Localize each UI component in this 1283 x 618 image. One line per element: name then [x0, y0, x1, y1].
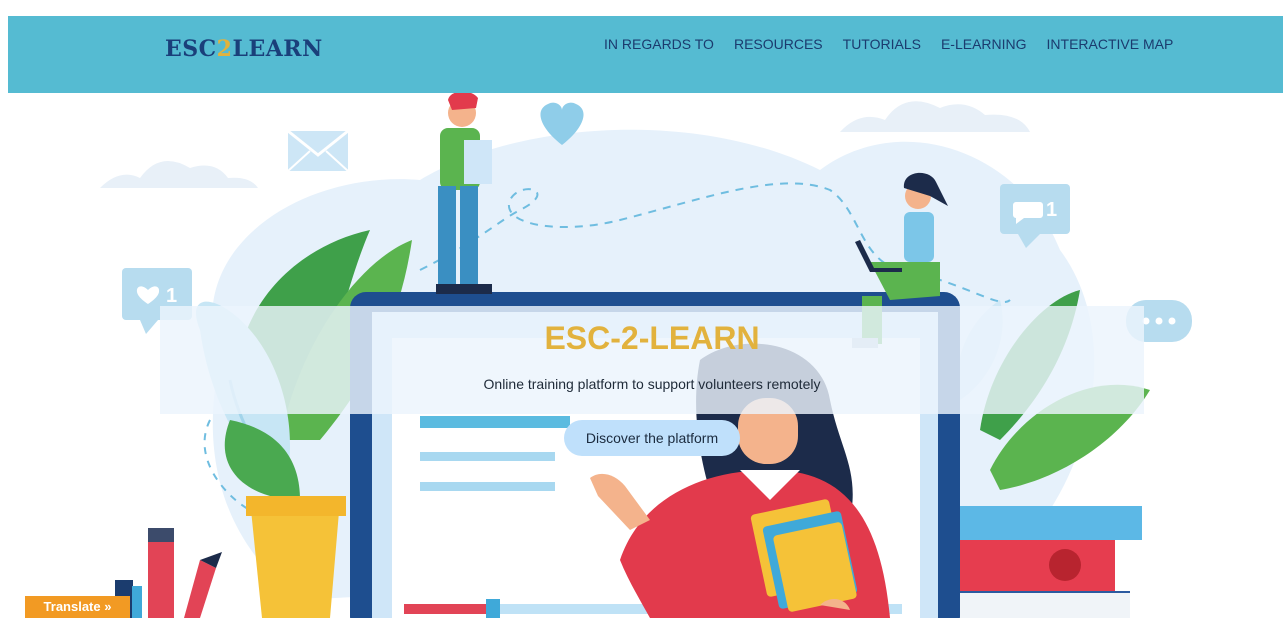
cloud-shape	[840, 101, 1030, 132]
plant-pot-shape	[250, 500, 340, 618]
hero-banner: ESC-2-LEARN Online training platform to …	[160, 306, 1144, 414]
hero-subtitle: Online training platform to support volu…	[483, 376, 821, 392]
logo-text-suffix: LEARN	[232, 36, 323, 62]
main-nav: IN REGARDS TO RESOURCES TUTORIALS E-LEAR…	[594, 36, 1183, 52]
logo-text-prefix: ESC	[165, 36, 217, 62]
site-logo[interactable]: ESC2LEARN	[165, 36, 323, 62]
nav-item-in-regards-to[interactable]: IN REGARDS TO	[594, 36, 724, 52]
nav-item-tutorials[interactable]: TUTORIALS	[833, 36, 931, 52]
logo-text-digit: 2	[216, 36, 233, 62]
cloud-shape	[100, 160, 258, 188]
nav-item-e-learning[interactable]: E-LEARNING	[931, 36, 1037, 52]
book-shape	[960, 506, 1142, 540]
comment-count-text: 1	[1046, 199, 1057, 221]
like-count-text: 1	[166, 285, 177, 307]
envelope-icon	[287, 129, 349, 172]
nav-item-interactive-map[interactable]: INTERACTIVE MAP	[1037, 36, 1184, 52]
hero-title: ESC-2-LEARN	[544, 320, 760, 356]
discover-platform-button[interactable]: Discover the platform	[564, 420, 740, 456]
book-shape	[955, 540, 1115, 592]
top-navbar: ESC2LEARN IN REGARDS TO RESOURCES TUTORI…	[8, 16, 1283, 93]
nav-item-resources[interactable]: RESOURCES	[724, 36, 833, 52]
translate-button[interactable]: Translate »	[25, 596, 130, 618]
